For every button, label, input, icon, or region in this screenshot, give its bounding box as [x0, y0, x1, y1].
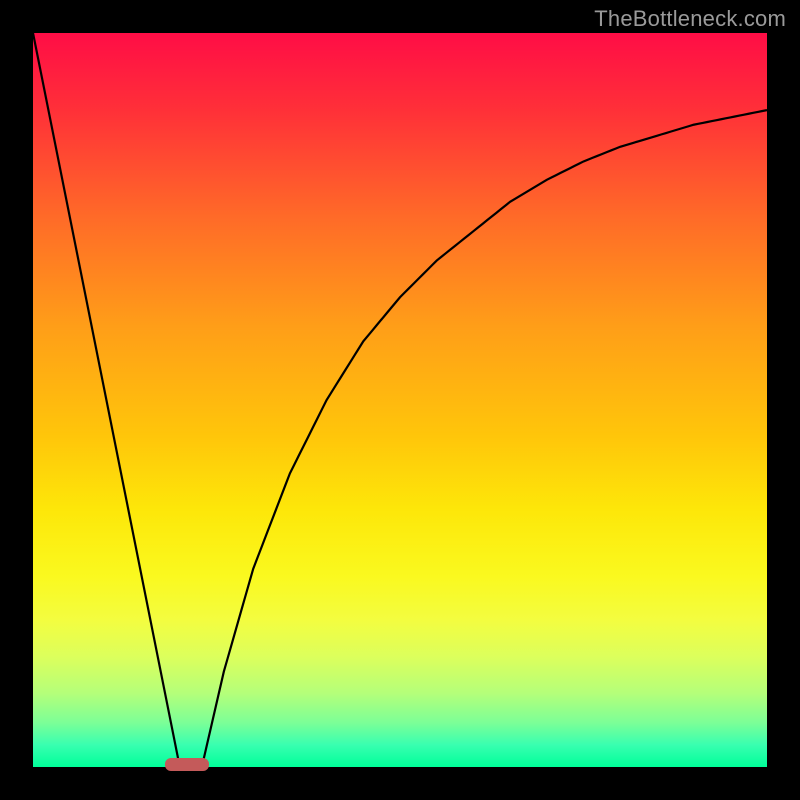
bottleneck-marker	[165, 758, 209, 771]
chart-frame: TheBottleneck.com	[0, 0, 800, 800]
watermark-text: TheBottleneck.com	[594, 6, 786, 32]
curve-layer	[33, 33, 767, 767]
left-line-path	[33, 33, 180, 767]
plot-area	[33, 33, 767, 767]
right-curve-path	[202, 110, 767, 767]
